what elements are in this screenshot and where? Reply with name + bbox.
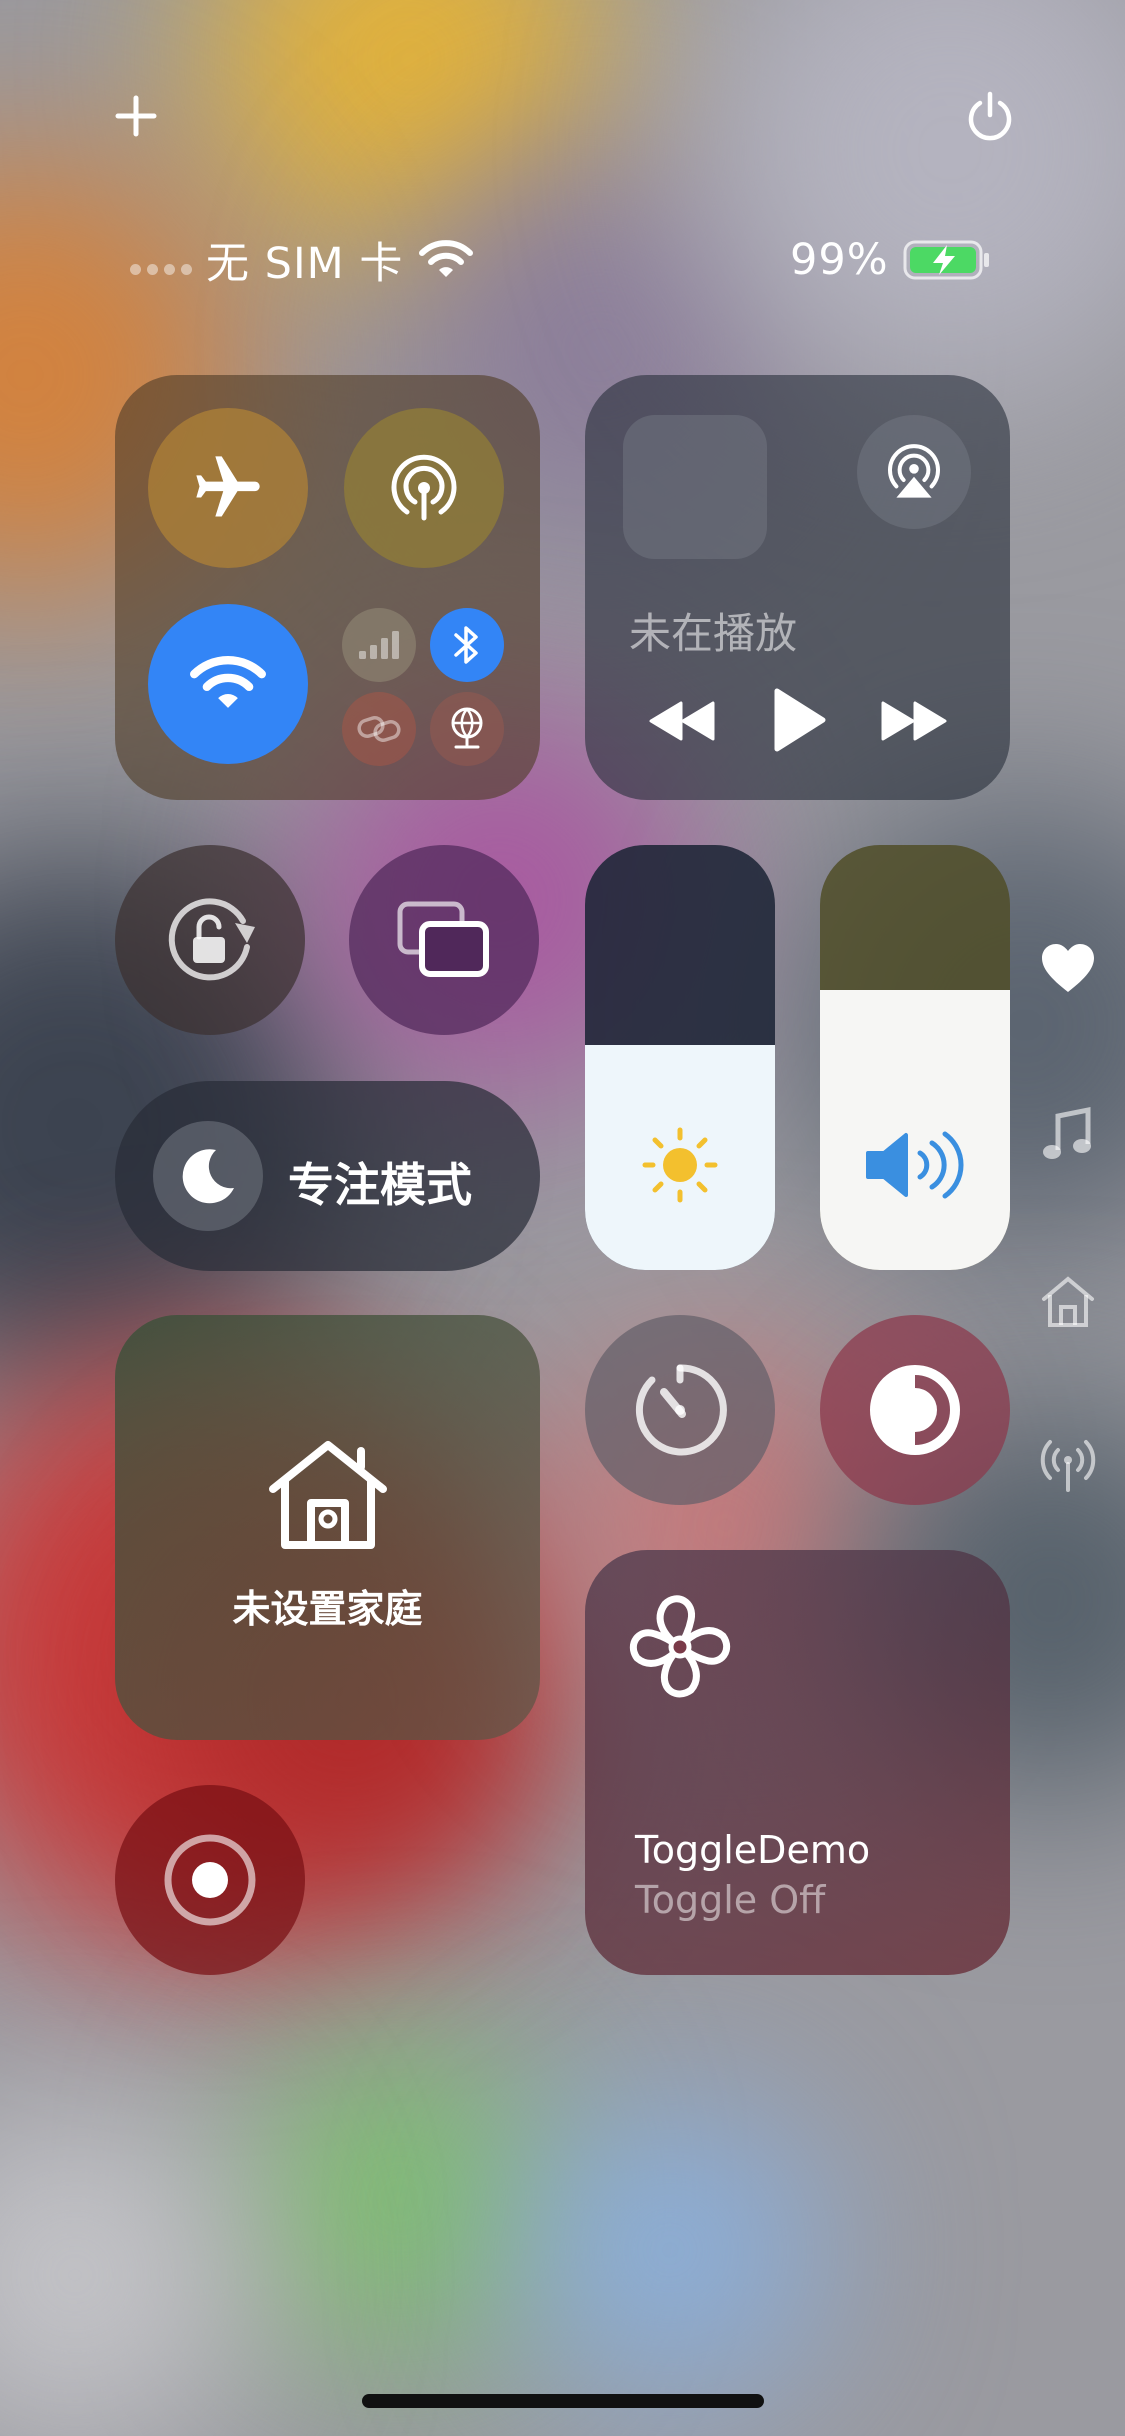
airdrop-button[interactable] — [344, 408, 504, 568]
cellular-bars-icon — [359, 631, 399, 659]
battery-percent: 99% — [790, 235, 889, 285]
screen-mirroring-icon — [397, 901, 489, 977]
home-indicator[interactable] — [362, 2394, 764, 2408]
rewind-button[interactable] — [645, 691, 719, 751]
play-icon — [774, 688, 826, 752]
rewind-icon — [649, 701, 715, 741]
personal-hotspot-button[interactable] — [342, 692, 416, 766]
wifi-button[interactable] — [148, 604, 308, 764]
volume-slider[interactable] — [820, 845, 1010, 1270]
antenna-icon[interactable] — [1040, 1438, 1096, 1494]
wifi-icon — [190, 655, 266, 708]
airplane-mode-button[interactable] — [148, 408, 308, 568]
carrier-label: 无 SIM 卡 — [206, 239, 404, 289]
moon-icon-circle — [153, 1121, 263, 1231]
screen-mirroring-button[interactable] — [349, 845, 539, 1035]
moon-icon — [182, 1149, 234, 1204]
screen-record-icon — [164, 1834, 256, 1926]
dark-mode-icon — [870, 1365, 960, 1455]
screen-record-button[interactable] — [115, 1785, 305, 1975]
airplay-icon — [888, 444, 940, 498]
now-playing-tile[interactable]: 未在播放 — [585, 375, 1010, 800]
status-bar-left: 无 SIM 卡 — [130, 232, 474, 289]
fast-forward-icon — [881, 701, 947, 741]
timer-button[interactable] — [585, 1315, 775, 1505]
play-button[interactable] — [767, 680, 831, 760]
plus-icon[interactable] — [100, 80, 172, 152]
home-icon[interactable] — [1040, 1275, 1096, 1331]
wifi-icon — [419, 239, 474, 281]
vpn-button[interactable] — [430, 692, 504, 766]
album-artwork-placeholder — [623, 415, 767, 559]
cellular-data-button[interactable] — [342, 608, 416, 682]
home-tile[interactable]: 未设置家庭 — [115, 1315, 540, 1740]
dark-mode-button[interactable] — [820, 1315, 1010, 1505]
bluetooth-icon — [454, 626, 478, 664]
rotation-lock-button[interactable] — [115, 845, 305, 1035]
now-playing-status: 未在播放 — [629, 609, 798, 658]
power-icon[interactable] — [952, 78, 1028, 154]
heart-icon[interactable] — [1040, 942, 1096, 998]
fan-icon — [625, 1592, 735, 1702]
speaker-icon — [820, 1125, 1010, 1205]
status-bar-right: 99% — [790, 232, 991, 288]
bluetooth-button[interactable] — [430, 608, 504, 682]
airdrop-icon — [391, 454, 457, 521]
connectivity-tile — [115, 375, 540, 800]
fast-forward-button[interactable] — [877, 691, 951, 751]
airplay-button[interactable] — [857, 415, 971, 529]
music-note-icon[interactable] — [1040, 1106, 1096, 1162]
globe-network-icon — [451, 707, 483, 749]
home-label: 未设置家庭 — [232, 1587, 423, 1631]
timer-icon — [635, 1364, 727, 1456]
brightness-slider[interactable] — [585, 845, 775, 1270]
rotation-lock-icon — [168, 898, 255, 981]
battery-charging-icon — [903, 238, 991, 282]
signal-dots — [130, 263, 192, 275]
toggle-demo-title: ToggleDemo — [635, 1828, 871, 1872]
toggle-demo-subtitle: Toggle Off — [635, 1878, 826, 1922]
airplane-icon — [196, 456, 260, 517]
toggle-demo-tile[interactable]: ToggleDemo Toggle Off — [585, 1550, 1010, 1975]
link-icon — [357, 716, 401, 742]
home-icon — [115, 1435, 540, 1555]
focus-label: 专注模式 — [288, 1158, 472, 1212]
sun-icon — [585, 1125, 775, 1205]
focus-mode-button[interactable]: 专注模式 — [115, 1081, 540, 1271]
